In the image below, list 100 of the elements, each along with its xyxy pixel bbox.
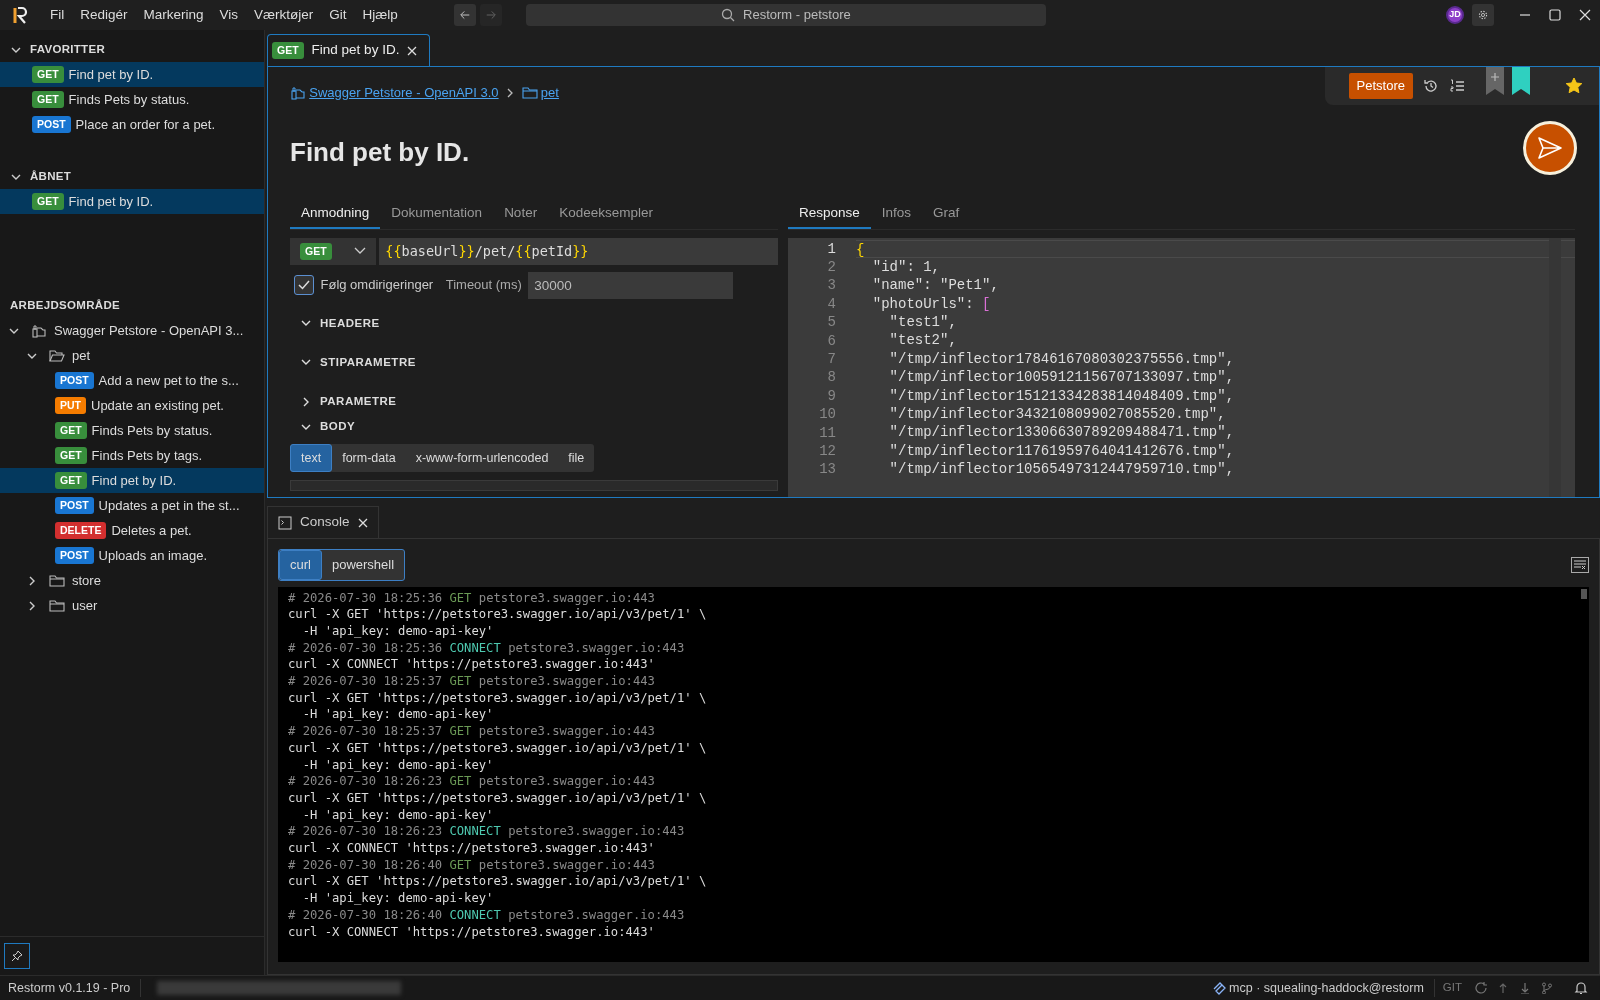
bookmark-icon[interactable] bbox=[1511, 67, 1531, 95]
pin-icon bbox=[11, 950, 23, 962]
download-icon[interactable] bbox=[1519, 982, 1531, 994]
line-number: 7 bbox=[826, 349, 836, 369]
editor-tab[interactable]: GET Find pet by ID. bbox=[267, 34, 431, 66]
version-label: Restorm v0.1.19 - Pro bbox=[0, 978, 142, 998]
tab[interactable]: Infos bbox=[870, 199, 923, 229]
sidebar-item[interactable]: GET Find pet by ID. bbox=[0, 62, 264, 87]
shell-option[interactable]: powershell bbox=[321, 550, 405, 580]
method-badge: GET bbox=[32, 91, 64, 108]
section-header[interactable]: HEADERE bbox=[290, 314, 778, 332]
breadcrumb-link[interactable]: pet bbox=[521, 83, 559, 103]
tree-item[interactable]: GET Finds Pets by tags. bbox=[0, 443, 264, 468]
pin-button[interactable] bbox=[4, 943, 30, 969]
log-line: # 2026-07-30 18:26:23 GET petstore3.swagger.io:443 bbox=[288, 773, 656, 790]
code-line: "/tmp/inflector17846167080302375556.tmp", bbox=[888, 349, 1236, 369]
tab[interactable]: Graf bbox=[922, 199, 971, 229]
section-header[interactable]: PARAMETRE bbox=[290, 393, 778, 411]
method-badge: GET bbox=[272, 42, 304, 59]
tree-item[interactable]: POST Updates a pet in the st... bbox=[0, 493, 264, 518]
checkbox[interactable] bbox=[294, 275, 314, 295]
sidebar-item[interactable]: POST Place an order for a pet. bbox=[0, 112, 264, 137]
tab[interactable]: Dokumentation bbox=[380, 199, 494, 229]
tree-item[interactable]: store bbox=[0, 568, 264, 593]
line-number: 11 bbox=[818, 423, 836, 442]
console-tab[interactable]: Console bbox=[267, 506, 379, 538]
settings-button[interactable] bbox=[1472, 4, 1494, 26]
code-line: "/tmp/inflector3432108099027085520.tmp", bbox=[888, 405, 1227, 424]
clear-console-icon[interactable] bbox=[1571, 556, 1589, 573]
method-dropdown[interactable]: GET bbox=[290, 237, 376, 265]
scrollbar[interactable] bbox=[1549, 237, 1561, 497]
log-line: # 2026-07-30 18:26:23 CONNECT petstore3.swagger.io:443 bbox=[288, 823, 686, 841]
tab[interactable]: Kodeeksempler bbox=[548, 199, 664, 229]
body-type-option[interactable]: file bbox=[558, 443, 595, 473]
menu-item[interactable]: Vis bbox=[211, 4, 247, 26]
body-type-option[interactable]: form-data bbox=[332, 443, 406, 473]
tab[interactable]: Anmodning bbox=[290, 199, 381, 229]
tree-item[interactable]: DELETE Deletes a pet. bbox=[0, 518, 264, 543]
menu-item[interactable]: Fil bbox=[42, 4, 73, 26]
tree-item[interactable]: GET Finds Pets by status. bbox=[0, 418, 264, 443]
shell-option[interactable]: curl bbox=[279, 550, 322, 580]
branch-icon[interactable] bbox=[1541, 982, 1553, 994]
avatar[interactable]: JD bbox=[1446, 6, 1464, 24]
tab[interactable]: Noter bbox=[493, 199, 549, 229]
tree-item[interactable]: POST Uploads an image. bbox=[0, 543, 264, 568]
body-type-option[interactable]: text bbox=[290, 443, 333, 473]
tree-item[interactable]: pet bbox=[0, 343, 264, 368]
sidebar-item[interactable]: GET Finds Pets by status. bbox=[0, 87, 264, 112]
maximize-button[interactable] bbox=[1548, 8, 1562, 22]
tree-item[interactable]: POST Add a new pet to the s... bbox=[0, 368, 264, 393]
body-type-option[interactable]: x-www-form-urlencoded bbox=[405, 443, 559, 473]
breadcrumb-link[interactable]: Swagger Petstore - OpenAPI 3.0 bbox=[290, 83, 499, 103]
bookmark-add-icon[interactable] bbox=[1485, 67, 1505, 95]
section-header[interactable]: BODY bbox=[290, 418, 778, 436]
tree-item[interactable]: PUT Update an existing pet. bbox=[0, 393, 264, 418]
scrollbar[interactable] bbox=[1581, 588, 1587, 599]
code-line: "/tmp/inflector10059121156707133097.tmp", bbox=[888, 368, 1236, 387]
method-badge: POST bbox=[55, 372, 94, 389]
log-line: # 2026-07-30 18:25:36 CONNECT petstore3.swagger.io:443 bbox=[288, 639, 686, 657]
command-line: curl -X GET 'https://petstore3.swagger.io/api/v3/pet/1' \ bbox=[288, 689, 708, 707]
search-field[interactable]: Restorm - petstore bbox=[525, 4, 1046, 26]
tree-item[interactable]: user bbox=[0, 593, 264, 618]
log-line: # 2026-07-30 18:26:40 GET petstore3.swagger.io:443 bbox=[288, 856, 656, 874]
code-line: { bbox=[856, 239, 1575, 258]
menu-item[interactable]: Hjælp bbox=[354, 4, 406, 26]
send-button[interactable] bbox=[1523, 121, 1577, 175]
mcp-status[interactable]: mcp · squealing-haddock@restorm bbox=[1211, 978, 1434, 998]
sidebar-item[interactable]: GET Find pet by ID. bbox=[0, 189, 264, 214]
line-number: 8 bbox=[826, 368, 836, 387]
code-line: "test2", bbox=[888, 331, 958, 350]
page-title: Find pet by ID. bbox=[290, 135, 470, 169]
menu-item[interactable]: Markering bbox=[135, 4, 212, 26]
menu-item[interactable]: Værktøjer bbox=[246, 4, 322, 26]
tree-item[interactable]: GET Find pet by ID. bbox=[0, 468, 264, 493]
mcp-icon bbox=[1211, 981, 1226, 995]
timeout-field[interactable]: 30000 bbox=[528, 271, 734, 299]
section-header[interactable]: STIPARAMETRE bbox=[290, 353, 778, 371]
notification-icon[interactable] bbox=[1574, 981, 1588, 995]
menu-item[interactable]: Redigér bbox=[72, 4, 136, 26]
history-icon[interactable] bbox=[1423, 78, 1439, 94]
close-icon[interactable] bbox=[407, 45, 418, 56]
close-button[interactable] bbox=[1578, 8, 1592, 22]
command-line: curl -X GET 'https://petstore3.swagger.io/api/v3/pet/1' \ bbox=[288, 739, 708, 757]
close-icon[interactable] bbox=[357, 517, 368, 528]
star-icon[interactable] bbox=[1565, 77, 1583, 95]
command-line: -H 'api_key: demo-api-key' bbox=[301, 890, 495, 907]
scrollbar[interactable] bbox=[290, 480, 778, 492]
url-field[interactable]: {{baseUrl}}/pet/{{petId}} bbox=[379, 237, 778, 265]
tree-item[interactable]: Swagger Petstore - OpenAPI 3... bbox=[0, 318, 264, 343]
method-badge: GET bbox=[55, 447, 87, 464]
tab[interactable]: Response bbox=[788, 199, 871, 229]
upload-icon[interactable] bbox=[1497, 982, 1509, 994]
back-button[interactable] bbox=[453, 4, 476, 26]
refresh-icon[interactable] bbox=[1475, 982, 1487, 994]
method-badge: GET bbox=[32, 66, 64, 83]
log-line: # 2026-07-30 18:25:37 GET petstore3.swagger.io:443 bbox=[288, 673, 656, 690]
environment-button[interactable]: Petstore bbox=[1348, 73, 1413, 99]
numbered-list-icon[interactable] bbox=[1449, 78, 1465, 94]
code-line: "/tmp/inflector13306630789209488471.tmp", bbox=[888, 423, 1236, 442]
menu-item[interactable]: Git bbox=[321, 4, 355, 26]
